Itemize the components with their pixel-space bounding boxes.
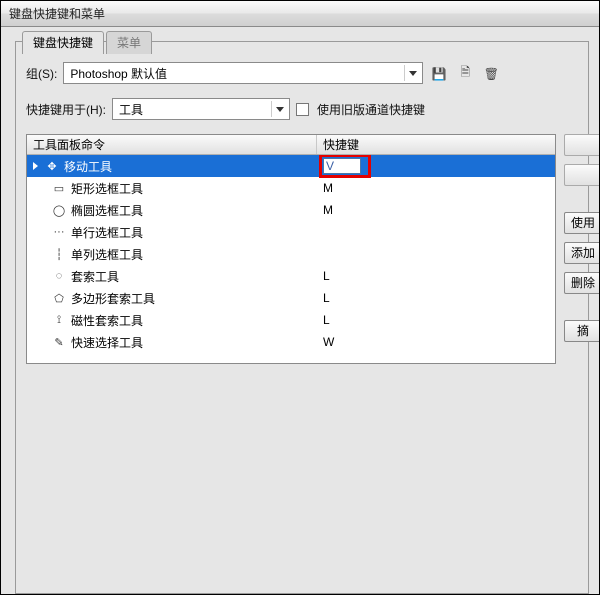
main-panel: 键盘快捷键 菜单 组(S): Photoshop 默认值 快捷键用于(H): [15, 41, 589, 594]
client-area: 键盘快捷键 菜单 组(S): Photoshop 默认值 快捷键用于(H): [1, 27, 599, 594]
row-name: 多边形套索工具 [71, 290, 155, 307]
rect-marquee-icon [51, 180, 67, 196]
shortcut-table: 工具面板命令 快捷键 移动工具 [26, 134, 556, 364]
delete-set-button[interactable] [481, 63, 501, 83]
dialog-window: 键盘快捷键和菜单 键盘快捷键 菜单 组(S): Photoshop 默认值 [0, 0, 600, 595]
shortcuts-for-value: 工具 [119, 101, 143, 118]
table-row[interactable]: 单列选框工具 [27, 243, 555, 265]
shortcut-edit-wrap [323, 158, 361, 174]
table-row[interactable]: 多边形套索工具 L [27, 287, 555, 309]
group-combo[interactable]: Photoshop 默认值 [63, 62, 423, 84]
magnetic-lasso-icon [51, 312, 67, 328]
group-label: 组(S): [26, 65, 57, 82]
table-row[interactable]: 快速选择工具 W [27, 331, 555, 353]
row-shortcut: W [317, 335, 555, 349]
row-name: 矩形选框工具 [71, 180, 143, 197]
tab-bar: 键盘快捷键 菜单 [22, 31, 152, 54]
table-row[interactable]: 移动工具 [27, 155, 555, 177]
expander-icon[interactable] [33, 162, 38, 170]
table-row[interactable]: 磁性套索工具 L [27, 309, 555, 331]
shortcuts-for-combo[interactable]: 工具 [112, 98, 290, 120]
row-shortcut: M [317, 181, 555, 195]
save-icon [432, 66, 447, 81]
group-row: 组(S): Photoshop 默认值 [26, 62, 578, 84]
move-icon [44, 158, 60, 174]
row-name: 移动工具 [64, 158, 112, 175]
shortcut-input[interactable] [323, 158, 361, 174]
content-split: 工具面板命令 快捷键 移动工具 [26, 134, 578, 364]
col-marquee-icon [51, 246, 67, 262]
row-name: 椭圆选框工具 [71, 202, 143, 219]
poly-lasso-icon [51, 290, 67, 306]
window-title: 键盘快捷键和菜单 [1, 1, 599, 27]
col-shortcut: 快捷键 [317, 135, 555, 154]
table-row[interactable]: 单行选框工具 [27, 221, 555, 243]
row-shortcut: M [317, 203, 555, 217]
shortcuts-for-row: 快捷键用于(H): 工具 使用旧版通道快捷键 [26, 98, 578, 120]
group-combo-arrow [404, 65, 420, 81]
delete-icon [484, 66, 499, 81]
ellipse-marquee-icon [51, 202, 67, 218]
quick-select-icon [51, 334, 67, 350]
table-row[interactable]: 套索工具 L [27, 265, 555, 287]
row-name: 单列选框工具 [71, 246, 143, 263]
summary-button[interactable]: 摘 [564, 320, 600, 342]
table-row[interactable]: 椭圆选框工具 M [27, 199, 555, 221]
row-shortcut: L [317, 291, 555, 305]
row-name: 单行选框工具 [71, 224, 143, 241]
side-btn-blank-1[interactable] [564, 134, 600, 156]
table-row[interactable]: 矩形选框工具 M [27, 177, 555, 199]
col-command: 工具面板命令 [27, 135, 317, 154]
use-default-button[interactable]: 使用 [564, 212, 600, 234]
row-marquee-icon [51, 224, 67, 240]
row-shortcut: L [317, 313, 555, 327]
side-buttons: 使用 添加 删除 摘 [564, 134, 600, 342]
row-name: 套索工具 [71, 268, 119, 285]
table-body[interactable]: 移动工具 矩形选框工具 [27, 155, 555, 363]
save-as-icon [461, 63, 471, 84]
delete-shortcut-button[interactable]: 删除 [564, 272, 600, 294]
group-combo-value: Photoshop 默认值 [70, 65, 167, 82]
legacy-channel-checkbox[interactable] [296, 103, 309, 116]
shortcuts-for-arrow [271, 101, 287, 117]
row-shortcut: L [317, 269, 555, 283]
tab-keyboard-shortcuts[interactable]: 键盘快捷键 [22, 31, 104, 54]
row-name: 磁性套索工具 [71, 312, 143, 329]
tab-menus[interactable]: 菜单 [106, 31, 152, 54]
add-shortcut-button[interactable]: 添加 [564, 242, 600, 264]
lasso-icon [51, 268, 67, 284]
legacy-channel-label: 使用旧版通道快捷键 [317, 101, 425, 118]
shortcuts-for-label: 快捷键用于(H): [26, 101, 106, 118]
row-name: 快速选择工具 [71, 334, 143, 351]
save-button[interactable] [429, 63, 449, 83]
table-header: 工具面板命令 快捷键 [27, 135, 555, 155]
save-as-button[interactable] [455, 63, 475, 83]
panel-inner: 组(S): Photoshop 默认值 快捷键用于(H): 工具 [16, 42, 588, 374]
side-btn-blank-2[interactable] [564, 164, 600, 186]
